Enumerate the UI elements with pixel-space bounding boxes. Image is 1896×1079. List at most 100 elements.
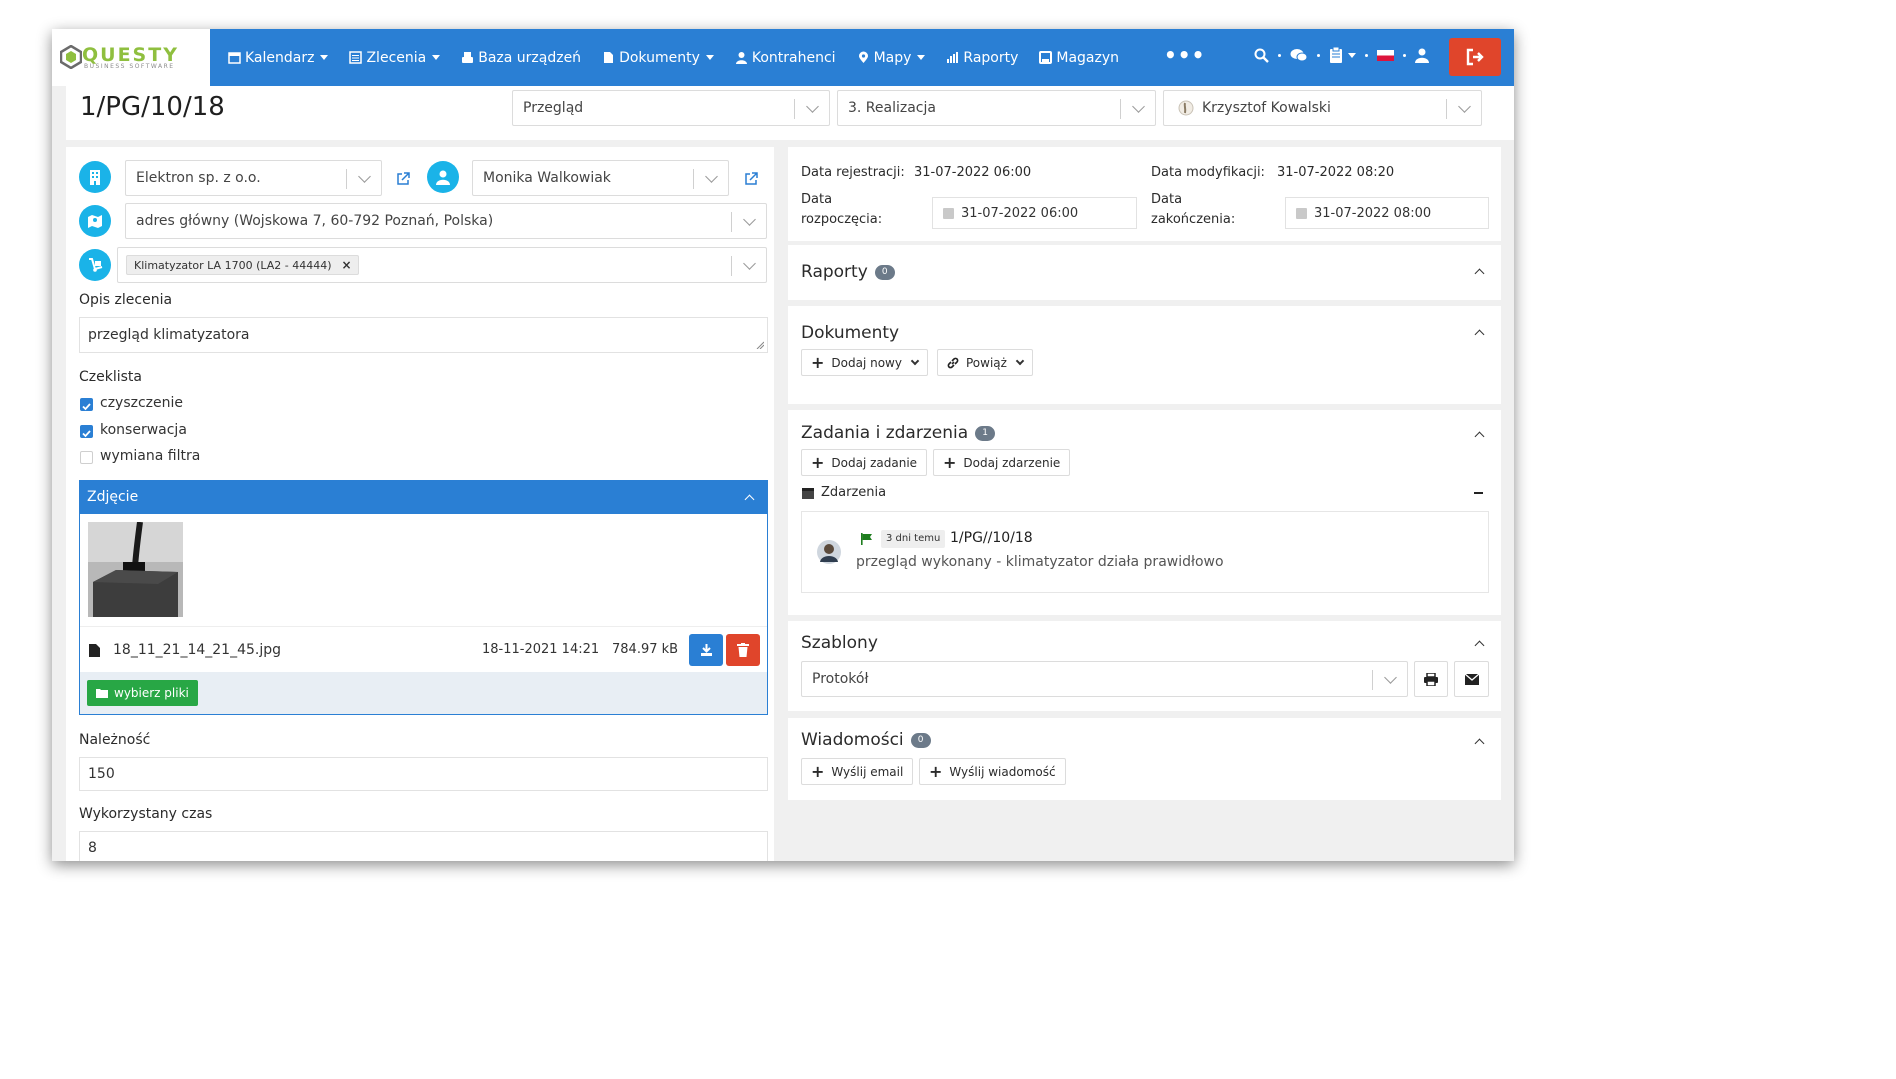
template-select[interactable]: Protokół [801,661,1408,697]
logo[interactable]: QUESTY BUSINESS SOFTWARE [52,29,210,86]
address-select[interactable]: adres główny (Wojskowa 7, 60-792 Poznań,… [125,203,767,239]
nav-mapy[interactable]: Mapy [857,50,926,66]
nav-kalendarz[interactable]: Kalendarz [228,50,329,66]
tasks-title-label: Zadania i zdarzenia [801,423,969,443]
checkbox-wymiana-filtra[interactable] [80,451,93,464]
select-separator [1372,670,1373,690]
photo-panel-header[interactable]: Zdjęcie [80,481,767,514]
checkbox-konserwacja[interactable] [80,425,93,438]
email-template-button[interactable] [1454,661,1489,697]
reports-title[interactable]: Raporty 0 [801,262,895,282]
print-icon [1424,672,1438,686]
user-icon [735,52,747,64]
add-document-label: Dodaj nowy [831,355,902,370]
event-reference[interactable]: 1/PG//10/18 [950,530,1033,546]
documents-title[interactable]: Dokumenty [801,323,899,343]
contact-select[interactable]: Monika Walkowiak [472,160,729,196]
printer-icon [462,52,474,63]
assignee-select[interactable]: Krzysztof Kowalski [1163,90,1482,126]
client-select[interactable]: Elektron sp. z o.o. [125,160,382,196]
calendar-icon [1296,207,1307,219]
chevron-up-icon[interactable] [744,494,755,505]
checkbox-czyszczenie[interactable] [80,398,93,411]
nav-dokumenty[interactable]: Dokumenty [602,50,714,66]
caret-down-icon [432,55,441,60]
photo-thumbnail[interactable] [88,522,183,617]
search-icon[interactable] [1254,48,1269,63]
chevron-up-icon[interactable] [1474,431,1485,442]
contact-person-icon [427,161,459,193]
nav-magazyn[interactable]: Magazyn [1039,50,1119,66]
assignee-avatar-icon [1178,100,1194,116]
send-message-button[interactable]: + Wyślij wiadomość [919,758,1066,785]
nav-raporty[interactable]: Raporty [946,50,1018,66]
top-navbar: QUESTY BUSINESS SOFTWARE Kalendarz Zlece… [52,29,1514,86]
end-date-label-line1: Data [1151,192,1183,207]
photo-panel: Zdjęcie 18_11_21_14_21_45.jpg 18-11-2021… [79,480,768,715]
logout-button[interactable] [1449,38,1501,76]
modification-date-value: 31-07-2022 08:20 [1277,165,1395,180]
add-task-button[interactable]: + Dodaj zadanie [801,449,928,476]
messages-title[interactable]: Wiadomości 0 [801,730,931,750]
flag-pl-icon[interactable] [1377,49,1394,61]
nav-zlecenia[interactable]: Zlecenia [349,50,441,66]
amount-value: 150 [88,766,115,782]
registration-date-value: 31-07-2022 06:00 [914,165,1032,180]
more-menu-icon[interactable]: ••• [1164,43,1205,67]
file-name[interactable]: 18_11_21_14_21_45.jpg [113,642,281,658]
chevron-up-icon[interactable] [1474,640,1485,651]
add-event-button[interactable]: + Dodaj zdarzenie [933,449,1071,476]
chevron-down-icon [705,170,718,183]
link-document-button[interactable]: Powiąż [937,349,1033,376]
messages-section: Wiadomości 0 + Wyślij email + Wyślij wia… [788,718,1501,800]
device-multiselect[interactable]: Klimatyzator LA 1700 (LA2 - 44444) × [117,247,767,283]
map-address-icon [79,205,111,237]
separator-dot [1278,53,1281,57]
templates-title[interactable]: Szablony [801,633,878,653]
remove-tag-icon[interactable]: × [342,258,352,272]
plus-icon: + [929,761,943,781]
bar-chart-icon [947,52,959,63]
file-date: 18-11-2021 14:21 [482,642,600,657]
nav-baza-urzadzen[interactable]: Baza urządzeń [461,50,581,66]
order-stage-select[interactable]: 3. Realizacja [837,90,1156,126]
events-label: Zdarzenia [821,485,887,500]
modification-date-label: Data modyfikacji: [1151,165,1265,180]
description-textarea[interactable]: przegląd klimatyzatora [79,317,768,353]
order-type-select[interactable]: Przegląd [512,90,830,126]
chevron-down-icon [806,100,819,113]
chevron-up-icon[interactable] [1474,268,1485,279]
amount-input[interactable]: 150 [79,757,768,791]
chevron-down-icon [910,356,920,366]
select-value: adres główny (Wojskowa 7, 60-792 Poznań,… [136,213,494,229]
plus-icon: + [811,761,825,781]
send-email-button[interactable]: + Wyślij email [801,758,914,785]
print-button[interactable] [1414,661,1448,697]
external-link-icon[interactable] [744,172,758,186]
add-document-button[interactable]: + Dodaj nowy [801,349,928,376]
add-event-label: Dodaj zdarzenie [963,455,1061,470]
reports-count-badge: 0 [874,264,895,280]
resize-handle-icon[interactable] [756,341,764,349]
download-button[interactable] [689,634,723,666]
nav-kontrahenci[interactable]: Kontrahenci [735,50,836,66]
external-link-icon[interactable] [396,172,410,186]
chevron-down-icon [1384,671,1397,684]
end-date-input[interactable]: 31-07-2022 08:00 [1285,197,1489,229]
pick-files-button[interactable]: wybierz pliki [87,680,198,706]
time-used-input[interactable]: 8 [79,831,768,861]
chat-icon[interactable] [1290,48,1308,63]
delete-file-button[interactable] [726,634,760,666]
folder-icon [96,689,108,698]
file-size: 784.97 kB [612,642,679,657]
chevron-up-icon[interactable] [1474,738,1485,749]
chevron-up-icon[interactable] [1474,329,1485,340]
collapse-events-icon[interactable] [1474,492,1483,494]
start-date-input[interactable]: 31-07-2022 06:00 [932,197,1137,229]
select-value: 3. Realizacja [848,100,936,116]
clipboard-icon[interactable] [1329,47,1343,63]
tasks-title[interactable]: Zadania i zdarzenia 1 [801,423,996,443]
user-account-icon[interactable] [1415,48,1429,63]
select-value: Przegląd [523,100,584,116]
caret-down-icon [1348,52,1356,58]
